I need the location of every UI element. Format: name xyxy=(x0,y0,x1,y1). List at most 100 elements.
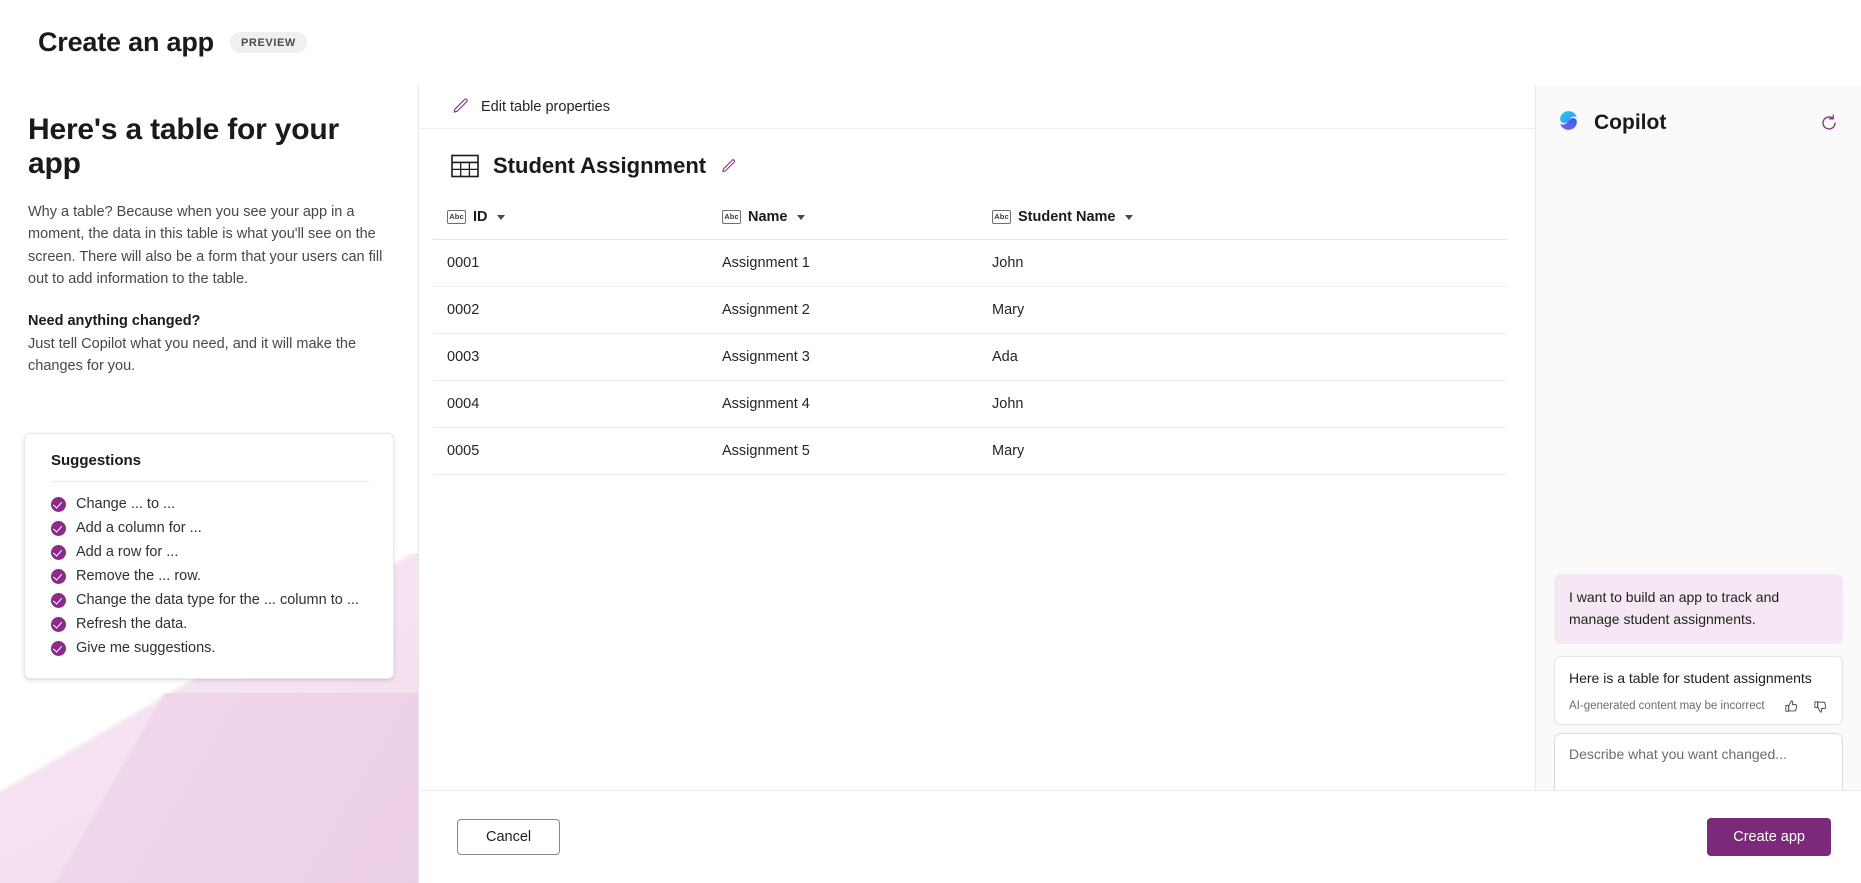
table-cell[interactable]: 0002 xyxy=(433,286,708,334)
table-column-header[interactable]: Abc Name xyxy=(708,201,978,240)
column-header-label: Student Name xyxy=(1018,208,1116,225)
assistant-message-text: Here is a table for student assignments xyxy=(1569,669,1812,686)
suggestion-item-label: Change the data type for the ... column … xyxy=(76,592,359,608)
suggestion-item-label: Add a row for ... xyxy=(76,544,179,560)
text-type-icon: Abc xyxy=(447,209,466,224)
preview-badge: PREVIEW xyxy=(229,32,307,53)
suggestion-item-label: Refresh the data. xyxy=(76,616,188,632)
edit-table-properties-label: Edit table properties xyxy=(481,98,610,115)
left-heading: Here's a table for your app xyxy=(28,113,339,180)
table-cell[interactable]: Assignment 3 xyxy=(708,333,978,381)
table-cell[interactable]: John xyxy=(978,239,1507,287)
check-circle-icon xyxy=(51,640,66,656)
chat-message-list: I want to build an app to track and mana… xyxy=(1554,145,1843,733)
left-subparagraph: Just tell Copilot what you need, and it … xyxy=(28,335,357,375)
table-name: Student Assignment xyxy=(493,153,707,178)
table-cell[interactable]: 0001 xyxy=(433,239,708,287)
suggestion-item[interactable]: Remove the ... row. xyxy=(51,568,369,584)
check-circle-icon xyxy=(51,544,66,560)
table-cell[interactable]: Mary xyxy=(978,286,1507,334)
thumbs-down-icon[interactable] xyxy=(1813,699,1828,714)
column-header-inner: Abc Student Name xyxy=(992,209,1133,225)
assistant-message: Here is a table for student assignments … xyxy=(1554,655,1843,725)
grid-table-icon xyxy=(451,153,479,179)
student-assignment-table: Abc ID Abc Name Abc Student Name 0001 Assignme… xyxy=(433,201,1507,475)
table-row[interactable]: 0005 Assignment 5 Mary xyxy=(433,427,1507,475)
table-cell[interactable]: Mary xyxy=(978,427,1507,475)
suggestion-item-label: Give me suggestions. xyxy=(76,640,216,656)
table-header: Abc ID Abc Name Abc Student Name xyxy=(433,201,1507,240)
table-row[interactable]: 0002 Assignment 2 Mary xyxy=(433,286,1507,334)
check-circle-icon xyxy=(51,568,66,584)
check-circle-icon xyxy=(51,496,66,512)
user-message: I want to build an app to track and mana… xyxy=(1554,574,1843,644)
table-column-header[interactable]: Abc Student Name xyxy=(978,201,1507,240)
left-info-pane: Here's a table for your app Why a table?… xyxy=(0,85,418,883)
suggestion-item[interactable]: Give me suggestions. xyxy=(51,640,369,656)
table-row[interactable]: 0001 Assignment 1 John xyxy=(433,239,1507,287)
table-pane: Edit table properties Student Assignment xyxy=(418,85,1536,883)
create-app-button[interactable]: Create app xyxy=(1707,818,1831,856)
table-column-header[interactable]: Abc ID xyxy=(433,201,708,240)
action-bar: Cancel Create app xyxy=(419,790,1861,883)
suggestion-item[interactable]: Refresh the data. xyxy=(51,616,369,632)
table-cell[interactable]: Assignment 4 xyxy=(708,380,978,428)
feedback-buttons xyxy=(1784,699,1828,714)
decorative-gradient-shape-2 xyxy=(0,693,418,883)
table-cell[interactable]: 0003 xyxy=(433,333,708,381)
divider xyxy=(51,481,369,482)
left-subheading: Need anything changed? xyxy=(28,312,201,329)
table-cell[interactable]: 0004 xyxy=(433,380,708,428)
table-header-row: Abc ID Abc Name Abc Student Name xyxy=(433,201,1507,240)
column-header-inner: Abc ID xyxy=(447,209,505,225)
assistant-message-footer: AI-generated content may be incorrect xyxy=(1569,699,1828,714)
table-cell[interactable]: Assignment 2 xyxy=(708,286,978,334)
copilot-title: Copilot xyxy=(1594,111,1667,134)
table-title-row: Student Assignment xyxy=(433,153,1507,179)
suggestion-list: Change ... to ... Add a column for ... Add… xyxy=(51,496,369,656)
table-cell[interactable]: Assignment 5 xyxy=(708,427,978,475)
page-title: Create an app xyxy=(38,27,214,57)
copilot-input[interactable] xyxy=(1569,745,1828,762)
suggestion-item-label: Remove the ... row. xyxy=(76,568,201,584)
suggestion-item-label: Change ... to ... xyxy=(76,496,176,512)
table-body: 0001 Assignment 1 John 0002 Assignment 2 Mary… xyxy=(433,239,1507,475)
table-container: Student Assignment Abc ID Abc Name Abc Studen… xyxy=(419,129,1535,861)
table-row[interactable]: 0003 Assignment 3 Ada xyxy=(433,333,1507,381)
column-header-label: Name xyxy=(748,208,788,225)
table-cell[interactable]: Ada xyxy=(978,333,1507,381)
suggestions-title: Suggestions xyxy=(51,452,142,469)
suggestion-item[interactable]: Change ... to ... xyxy=(51,496,369,512)
text-type-icon: Abc xyxy=(722,209,741,224)
check-circle-icon xyxy=(51,592,66,608)
copilot-logo-icon xyxy=(1556,108,1581,138)
check-circle-icon xyxy=(51,616,66,632)
copilot-header: Copilot xyxy=(1554,85,1843,145)
main-shell: Here's a table for your app Why a table?… xyxy=(0,85,1861,883)
cancel-button[interactable]: Cancel xyxy=(457,819,561,855)
suggestion-item[interactable]: Add a column for ... xyxy=(51,520,369,536)
table-cell[interactable]: Assignment 1 xyxy=(708,239,978,287)
chevron-down-icon[interactable] xyxy=(1124,215,1133,221)
check-circle-icon xyxy=(51,520,66,536)
edit-table-properties-button[interactable]: Edit table properties xyxy=(419,85,1535,129)
chevron-down-icon[interactable] xyxy=(796,215,805,221)
rename-table-pencil-icon[interactable] xyxy=(720,158,737,175)
suggestion-item-label: Add a column for ... xyxy=(76,520,202,536)
column-header-inner: Abc Name xyxy=(722,209,805,225)
refresh-icon[interactable] xyxy=(1819,113,1839,133)
copilot-pane: Copilot I want to build an app to track … xyxy=(1536,85,1861,883)
suggestion-item[interactable]: Add a row for ... xyxy=(51,544,369,560)
table-cell[interactable]: 0005 xyxy=(433,427,708,475)
thumbs-up-icon[interactable] xyxy=(1784,699,1799,714)
column-header-label: ID xyxy=(473,208,488,225)
table-row[interactable]: 0004 Assignment 4 John xyxy=(433,380,1507,428)
pencil-icon xyxy=(451,97,470,116)
ai-disclaimer: AI-generated content may be incorrect xyxy=(1569,700,1765,712)
chevron-down-icon[interactable] xyxy=(496,215,505,221)
suggestion-item[interactable]: Change the data type for the ... column … xyxy=(51,592,369,608)
table-cell[interactable]: John xyxy=(978,380,1507,428)
app-header: Create an app PREVIEW xyxy=(0,0,1861,85)
suggestions-card: Suggestions Change ... to ... Add a colum… xyxy=(24,433,394,679)
text-type-icon: Abc xyxy=(992,209,1011,224)
